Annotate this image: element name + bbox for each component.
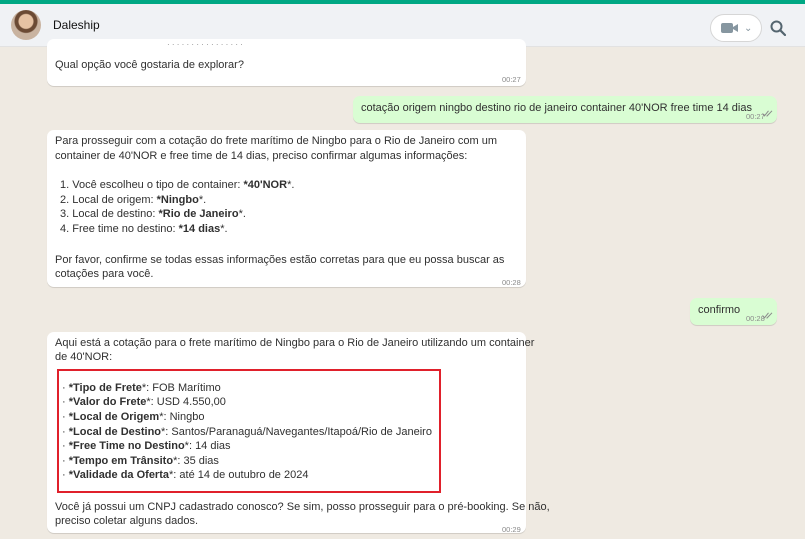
quote-item: · *Tempo em Trânsito*: 35 dias: [62, 455, 219, 467]
contact-name[interactable]: Daleship: [53, 18, 100, 32]
message-text-cut: · · · · · · · · · · · · · · · ·: [167, 40, 243, 49]
list-item: 2. Local de origem: *Ningbo*.: [60, 194, 207, 206]
video-call-button[interactable]: ⌄: [710, 14, 762, 42]
contact-avatar[interactable]: [11, 10, 41, 40]
message-paragraph: cotações para você.: [55, 268, 154, 280]
quote-item: · *Tipo de Frete*: FOB Marítimo: [62, 382, 221, 394]
outgoing-message: cotação origem ningbo destino rio de jan…: [353, 96, 777, 123]
incoming-message: · · · · · · · · · · · · · · · · Qual opç…: [47, 39, 526, 86]
message-text: confirmo: [698, 304, 741, 316]
read-receipt-icon: [762, 110, 773, 117]
message-text: Qual opção você gostaria de explorar?: [55, 59, 244, 71]
message-paragraph: Por favor, confirme se todas essas infor…: [55, 254, 505, 266]
list-item: 1. Você escolheu o tipo de container: *4…: [60, 179, 295, 191]
quote-item: · *Valor do Frete*: USD 4.550,00: [62, 396, 226, 408]
message-paragraph: container de 40'NOR e free time de 14 di…: [55, 150, 468, 162]
message-paragraph: Você já possui um CNPJ cadastrado conosc…: [55, 501, 550, 513]
quote-item: · *Local de Origem*: Ningbo: [62, 411, 205, 423]
quote-item: · *Local de Destino*: Santos/Paranaguá/N…: [62, 426, 432, 438]
incoming-message: Para prosseguir com a cotação do frete m…: [47, 130, 526, 287]
outgoing-message: confirmo 00:28: [690, 298, 777, 325]
video-camera-icon: [721, 23, 738, 33]
message-paragraph: de 40'NOR:: [55, 351, 113, 363]
list-item: 4. Free time no destino: *14 dias*.: [60, 223, 228, 235]
message-text: cotação origem ningbo destino rio de jan…: [361, 102, 752, 114]
read-receipt-icon: [762, 312, 773, 319]
message-list[interactable]: · · · · · · · · · · · · · · · · Qual opç…: [0, 39, 805, 539]
message-paragraph: Para prosseguir com a cotação do frete m…: [55, 135, 498, 147]
message-time: 00:29: [502, 525, 521, 534]
message-time: 00:28: [502, 278, 521, 287]
list-item: 3. Local de destino: *Rio de Janeiro*.: [60, 208, 246, 220]
message-paragraph: preciso coletar alguns dados.: [55, 515, 199, 527]
chevron-down-icon: ⌄: [744, 23, 753, 34]
message-paragraph: Aqui está a cotação para o frete marítim…: [55, 337, 535, 349]
incoming-message: Aqui está a cotação para o frete marítim…: [47, 332, 550, 534]
message-time: 00:27: [502, 75, 521, 84]
quote-item: · *Free Time no Destino*: 14 dias: [62, 440, 231, 452]
search-icon[interactable]: [770, 20, 786, 36]
quote-item: · *Validade da Oferta*: até 14 de outubr…: [62, 469, 309, 481]
